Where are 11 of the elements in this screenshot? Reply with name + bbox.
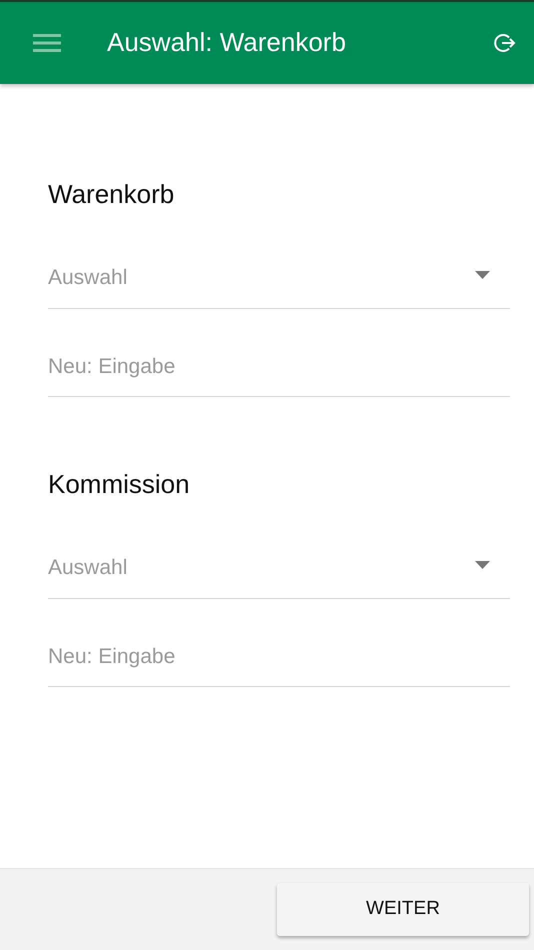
dropdown-caret-icon	[475, 561, 490, 570]
input-field[interactable]: Neu: Eingabe	[48, 640, 510, 688]
section-heading: Kommission	[48, 469, 191, 500]
section-heading: Warenkorb	[48, 179, 176, 210]
app-bar-title: Auswahl: Warenkorb	[107, 27, 347, 59]
dropdown-caret-icon	[475, 271, 490, 280]
dropdown-field[interactable]: Auswahl	[48, 552, 510, 599]
continue-button[interactable]: WEITER	[277, 883, 529, 936]
dropdown-field[interactable]: Auswahl	[48, 262, 510, 309]
input-field[interactable]: Neu: Eingabe	[48, 350, 510, 398]
logout-icon[interactable]	[494, 32, 516, 54]
